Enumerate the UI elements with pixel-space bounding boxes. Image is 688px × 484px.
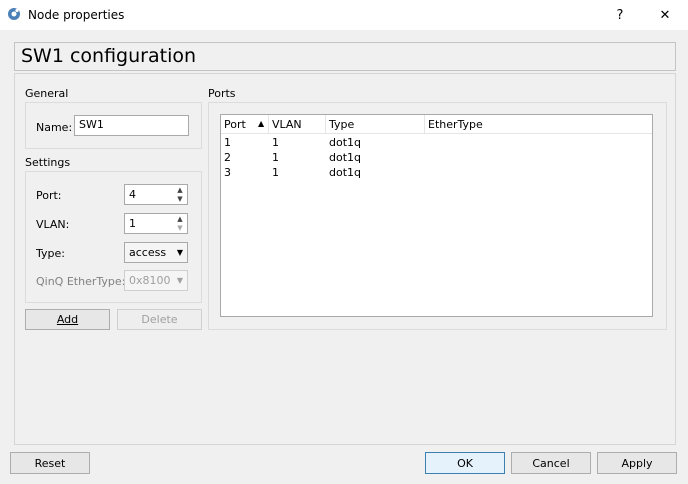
apply-button[interactable]: Apply [597,452,677,474]
port-label: Port: [36,189,62,202]
ports-group-label: Ports [208,87,236,100]
page-title: SW1 configuration [21,45,197,67]
table-row[interactable]: 1 1 dot1q [221,136,652,151]
ports-table[interactable]: Port ▲ VLAN Type EtherType 1 1 dot1q 2 1… [220,114,653,317]
port-up-icon[interactable]: ▲ [174,186,186,194]
name-value: SW1 [79,118,104,131]
close-icon: ✕ [659,7,671,23]
qinq-label: QinQ EtherType: [36,275,126,288]
general-group-label: General [25,87,69,100]
qinq-dropdown[interactable]: 0x8100 ▼ [124,270,188,291]
column-header-vlan[interactable]: VLAN [269,115,326,134]
add-button[interactable]: Add [25,309,110,330]
delete-button[interactable]: Delete [117,309,202,330]
qinq-value: 0x8100 [129,274,171,287]
add-button-label: Add [56,313,79,326]
title-bar: Node properties ? ✕ [0,0,688,30]
port-down-icon[interactable]: ▼ [174,195,186,203]
vlan-label: VLAN: [36,218,70,231]
help-icon: ? [616,7,624,23]
settings-group-label: Settings [25,156,71,169]
port-value: 4 [129,188,136,201]
vlan-value: 1 [129,217,136,230]
app-icon [8,8,20,20]
reset-button[interactable]: Reset [10,452,90,474]
close-button[interactable]: ✕ [645,2,685,28]
type-value: access [129,246,167,259]
config-header: SW1 configuration [14,42,676,71]
name-label: Name: [36,121,73,134]
table-row[interactable]: 2 1 dot1q [221,151,652,166]
table-row[interactable]: 3 1 dot1q [221,166,652,181]
chevron-down-icon: ▼ [176,248,183,257]
column-header-ethertype[interactable]: EtherType [425,115,652,134]
vlan-up-icon[interactable]: ▲ [174,215,186,223]
help-button[interactable]: ? [600,2,640,28]
ok-button[interactable]: OK [425,452,505,474]
name-field[interactable]: SW1 [74,115,189,136]
column-header-port[interactable]: Port ▲ [221,115,269,134]
port-spinbox[interactable]: 4 ▲ ▼ [124,184,188,205]
vlan-down-icon[interactable]: ▼ [174,224,186,232]
type-label: Type: [36,247,65,260]
cancel-button[interactable]: Cancel [511,452,591,474]
vlan-spinbox[interactable]: 1 ▲ ▼ [124,213,188,234]
type-dropdown[interactable]: access ▼ [124,242,188,263]
column-header-type[interactable]: Type [326,115,425,134]
window-title: Node properties [28,8,125,22]
delete-button-label: Delete [141,313,178,326]
chevron-down-icon: ▼ [176,276,183,285]
sort-ascending-icon: ▲ [258,119,265,128]
